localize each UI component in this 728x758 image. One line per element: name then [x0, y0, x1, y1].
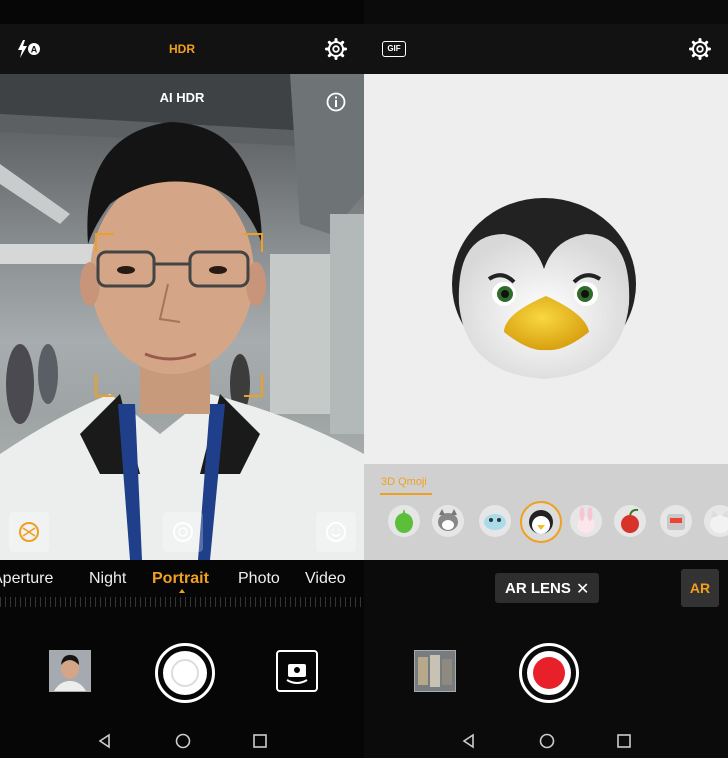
qmoji-rabbit[interactable]: [570, 505, 602, 537]
qmoji-preview[interactable]: [364, 74, 728, 464]
recents-icon[interactable]: [616, 733, 632, 749]
aperture-icon[interactable]: [9, 512, 49, 552]
mode-ruler: [0, 597, 364, 607]
top-bar: A HDR: [0, 24, 364, 74]
shutter-button[interactable]: [155, 643, 215, 703]
ai-hdr-label: AI HDR: [159, 90, 205, 105]
qmoji-husky[interactable]: [432, 505, 464, 537]
qmoji-tray: 3D Qmoji: [364, 464, 728, 560]
tab-underline: [380, 493, 432, 495]
ar-lens-label: AR LENS: [505, 580, 571, 597]
record-inner: [527, 651, 571, 695]
gear-icon[interactable]: [689, 38, 711, 60]
mode-portrait[interactable]: Portrait: [152, 570, 209, 588]
gear-icon[interactable]: [325, 38, 347, 60]
gallery-thumbnail[interactable]: [414, 650, 456, 692]
mode-indicator-icon: [179, 589, 185, 593]
flash-auto-icon[interactable]: A: [17, 40, 41, 58]
tab-3d-qmoji[interactable]: 3D Qmoji: [381, 476, 427, 488]
close-icon[interactable]: ✕: [576, 579, 589, 599]
qmoji-robot[interactable]: [660, 505, 692, 537]
ar-lens-chip[interactable]: AR LENS ✕: [495, 573, 599, 603]
viewfinder-scene: [0, 74, 364, 560]
gallery-thumbnail[interactable]: [49, 650, 91, 692]
camera-viewfinder[interactable]: AI HDR: [0, 74, 364, 560]
home-icon[interactable]: [175, 733, 191, 749]
mode-aperture[interactable]: Aperture: [0, 570, 53, 588]
ar-mode-button[interactable]: AR: [681, 569, 719, 607]
mode-photo[interactable]: Photo: [238, 570, 280, 588]
qmoji-cat[interactable]: [704, 505, 728, 537]
back-icon[interactable]: [461, 733, 477, 749]
shutter-inner: [163, 651, 207, 695]
mode-night[interactable]: Night: [89, 570, 126, 588]
top-bar: GIF: [364, 24, 728, 74]
selfie-swap-icon[interactable]: [316, 512, 356, 552]
record-button[interactable]: [519, 643, 579, 703]
qmoji-frog[interactable]: [388, 505, 420, 537]
home-icon[interactable]: [539, 733, 555, 749]
left-camera-screen: A HDR AI HDR perture Night Portrait Phot…: [0, 0, 364, 758]
gif-button[interactable]: GIF: [382, 41, 406, 57]
qmoji-cherry[interactable]: [614, 505, 646, 537]
qmoji-penguin[interactable]: [520, 501, 562, 543]
recents-icon[interactable]: [252, 733, 268, 749]
switch-camera-icon[interactable]: [276, 650, 318, 692]
back-icon[interactable]: [97, 733, 113, 749]
qmoji-fish[interactable]: [479, 505, 511, 537]
right-camera-screen: GIF 3D Qmoji AR LENS ✕ AR: [364, 0, 728, 758]
info-icon[interactable]: [326, 92, 346, 112]
mode-video[interactable]: Video: [305, 570, 346, 588]
penguin-avatar: [452, 198, 636, 379]
svg-text:A: A: [31, 45, 38, 55]
hdr-toggle[interactable]: HDR: [163, 42, 201, 56]
beauty-icon[interactable]: [163, 512, 203, 552]
